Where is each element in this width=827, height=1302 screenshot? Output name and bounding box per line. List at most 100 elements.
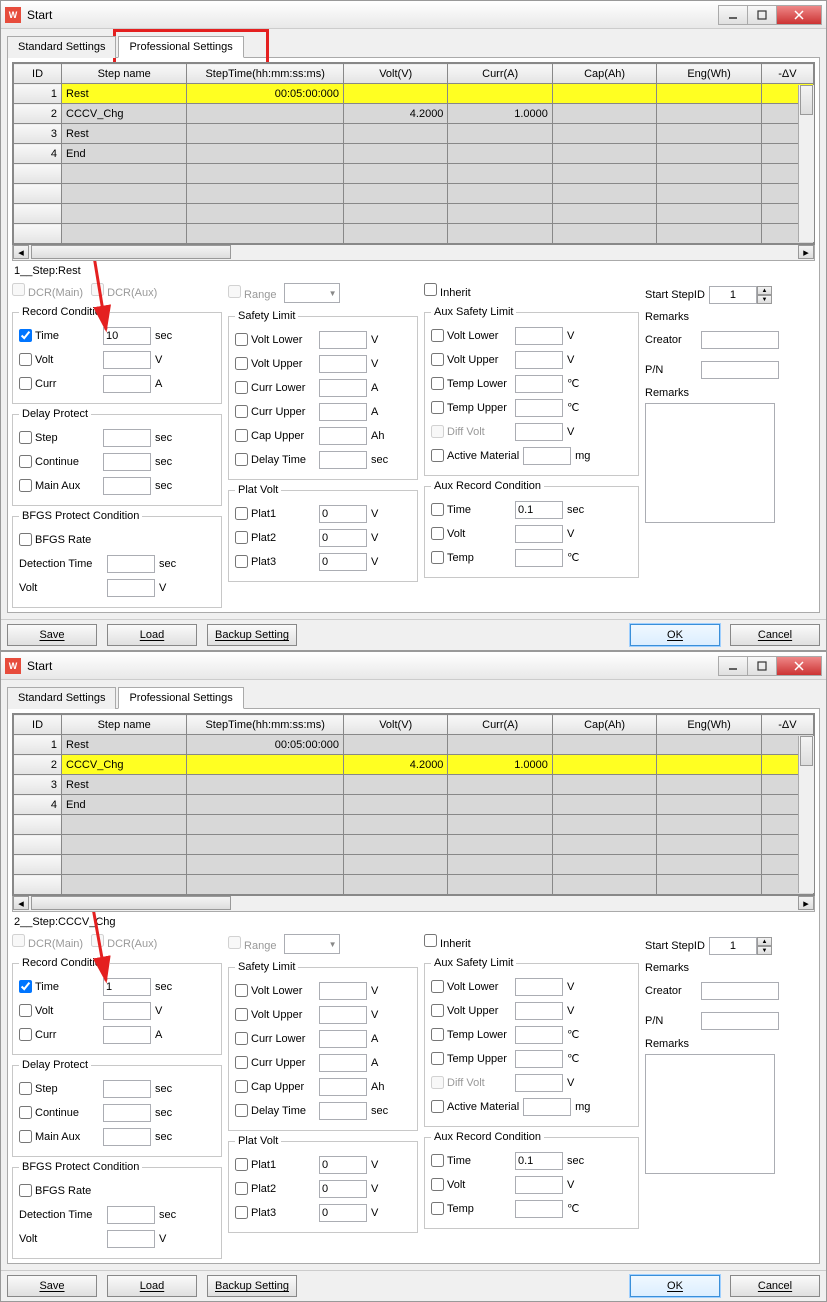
temp-upper-input[interactable]: [515, 1050, 563, 1068]
step-checkbox[interactable]: Step: [19, 431, 99, 444]
dcr-main-checkbox[interactable]: DCR(Main): [12, 934, 83, 950]
vertical-scrollbar[interactable]: [798, 736, 814, 893]
curr-lower-input[interactable]: [319, 379, 367, 397]
column-header[interactable]: Cap(Ah): [552, 64, 656, 84]
plat3-input[interactable]: [319, 1204, 367, 1222]
continue-checkbox[interactable]: Continue: [19, 455, 99, 468]
step-input[interactable]: [103, 429, 151, 447]
table-row[interactable]: 2 CCCV_Chg 4.2000 1.0000: [14, 755, 814, 775]
aux-volt-upper-input[interactable]: [515, 351, 563, 369]
curr-upper-input[interactable]: [319, 1054, 367, 1072]
save-button[interactable]: Save: [7, 624, 97, 646]
plat1-input[interactable]: [319, 1156, 367, 1174]
scroll-left-button[interactable]: ◂: [13, 896, 29, 910]
close-button[interactable]: [776, 656, 822, 676]
column-header[interactable]: Cap(Ah): [552, 715, 656, 735]
auxrec-time-checkbox[interactable]: Time: [431, 1154, 511, 1167]
pn-input[interactable]: [701, 1012, 779, 1030]
aux-volt-lower-input[interactable]: [515, 978, 563, 996]
diff-volt-input[interactable]: [515, 423, 563, 441]
scroll-left-button[interactable]: ◂: [13, 245, 29, 259]
save-button[interactable]: Save: [7, 1275, 97, 1297]
mainaux-checkbox[interactable]: Main Aux: [19, 1130, 99, 1143]
close-button[interactable]: [776, 5, 822, 25]
curr-lower-input[interactable]: [319, 1030, 367, 1048]
maximize-button[interactable]: [747, 656, 777, 676]
column-header[interactable]: Volt(V): [344, 64, 448, 84]
curr-lower-checkbox[interactable]: Curr Lower: [235, 1032, 315, 1045]
continue-input[interactable]: [103, 1104, 151, 1122]
horizontal-scrollbar[interactable]: ◂ ▸: [12, 245, 815, 261]
plat1-checkbox[interactable]: Plat1: [235, 507, 315, 520]
mainaux-input[interactable]: [103, 1128, 151, 1146]
auxrec-time-input[interactable]: [515, 501, 563, 519]
table-row[interactable]: 2 CCCV_Chg 4.2000 1.0000: [14, 104, 814, 124]
bfgs-volt-input[interactable]: [107, 579, 155, 597]
inherit-checkbox[interactable]: Inherit: [424, 934, 471, 950]
column-header[interactable]: Step name: [62, 715, 187, 735]
dcr-aux-checkbox[interactable]: DCR(Aux): [91, 934, 157, 950]
detection-time-input[interactable]: [107, 1206, 155, 1224]
volt-lower-input[interactable]: [319, 982, 367, 1000]
start-stepid-stepper[interactable]: ▲▼: [709, 937, 772, 955]
delay-time-input[interactable]: [319, 1102, 367, 1120]
table-row[interactable]: 1 Rest 00:05:00:000: [14, 735, 814, 755]
creator-input[interactable]: [701, 331, 779, 349]
scroll-right-button[interactable]: ▸: [798, 896, 814, 910]
scroll-right-button[interactable]: ▸: [798, 245, 814, 259]
table-row[interactable]: 4 End: [14, 795, 814, 815]
continue-input[interactable]: [103, 453, 151, 471]
start-stepid-stepper[interactable]: ▲▼: [709, 286, 772, 304]
diff-volt-checkbox[interactable]: Diff Volt: [431, 425, 511, 438]
curr-checkbox[interactable]: Curr: [19, 1028, 99, 1041]
horizontal-scrollbar[interactable]: ◂ ▸: [12, 896, 815, 912]
plat2-input[interactable]: [319, 1180, 367, 1198]
aux-volt-upper-checkbox[interactable]: Volt Upper: [431, 353, 511, 366]
scroll-thumb[interactable]: [31, 896, 231, 910]
column-header[interactable]: Eng(Wh): [657, 715, 761, 735]
continue-checkbox[interactable]: Continue: [19, 1106, 99, 1119]
tab-standard-settings[interactable]: Standard Settings: [7, 687, 116, 709]
aux-volt-lower-checkbox[interactable]: Volt Lower: [431, 980, 511, 993]
table-row[interactable]: 3 Rest: [14, 124, 814, 144]
plat1-checkbox[interactable]: Plat1: [235, 1158, 315, 1171]
plat2-checkbox[interactable]: Plat2: [235, 531, 315, 544]
active-material-input[interactable]: [523, 1098, 571, 1116]
tab-standard-settings[interactable]: Standard Settings: [7, 36, 116, 58]
volt-lower-checkbox[interactable]: Volt Lower: [235, 984, 315, 997]
stepper-down-button[interactable]: ▼: [757, 946, 772, 955]
temp-lower-input[interactable]: [515, 375, 563, 393]
stepper-up-button[interactable]: ▲: [757, 286, 772, 295]
temp-lower-input[interactable]: [515, 1026, 563, 1044]
curr-lower-checkbox[interactable]: Curr Lower: [235, 381, 315, 394]
volt-checkbox[interactable]: Volt: [19, 1004, 99, 1017]
column-header[interactable]: ID: [14, 64, 62, 84]
plat2-input[interactable]: [319, 529, 367, 547]
time-input[interactable]: [103, 978, 151, 996]
table-row[interactable]: 4 End: [14, 144, 814, 164]
aux-volt-lower-input[interactable]: [515, 327, 563, 345]
diff-volt-checkbox[interactable]: Diff Volt: [431, 1076, 511, 1089]
aux-volt-upper-input[interactable]: [515, 1002, 563, 1020]
active-material-checkbox[interactable]: Active Material: [431, 1100, 519, 1113]
plat3-checkbox[interactable]: Plat3: [235, 555, 315, 568]
maximize-button[interactable]: [747, 5, 777, 25]
steps-grid[interactable]: IDStep nameStepTime(hh:mm:ss:ms)Volt(V)C…: [12, 62, 815, 245]
plat3-checkbox[interactable]: Plat3: [235, 1206, 315, 1219]
cap-upper-checkbox[interactable]: Cap Upper: [235, 1080, 315, 1093]
vertical-scrollbar[interactable]: [798, 85, 814, 242]
inherit-checkbox[interactable]: Inherit: [424, 283, 471, 299]
time-checkbox[interactable]: Time: [19, 329, 99, 342]
backup-setting-button[interactable]: Backup Setting: [207, 1275, 297, 1297]
cap-upper-checkbox[interactable]: Cap Upper: [235, 429, 315, 442]
scroll-thumb[interactable]: [31, 245, 231, 259]
cap-upper-input[interactable]: [319, 427, 367, 445]
minimize-button[interactable]: [718, 5, 748, 25]
active-material-input[interactable]: [523, 447, 571, 465]
plat3-input[interactable]: [319, 553, 367, 571]
auxrec-temp-input[interactable]: [515, 1200, 563, 1218]
detection-time-input[interactable]: [107, 555, 155, 573]
column-header[interactable]: -ΔV: [761, 715, 813, 735]
creator-input[interactable]: [701, 982, 779, 1000]
temp-lower-checkbox[interactable]: Temp Lower: [431, 1028, 511, 1041]
